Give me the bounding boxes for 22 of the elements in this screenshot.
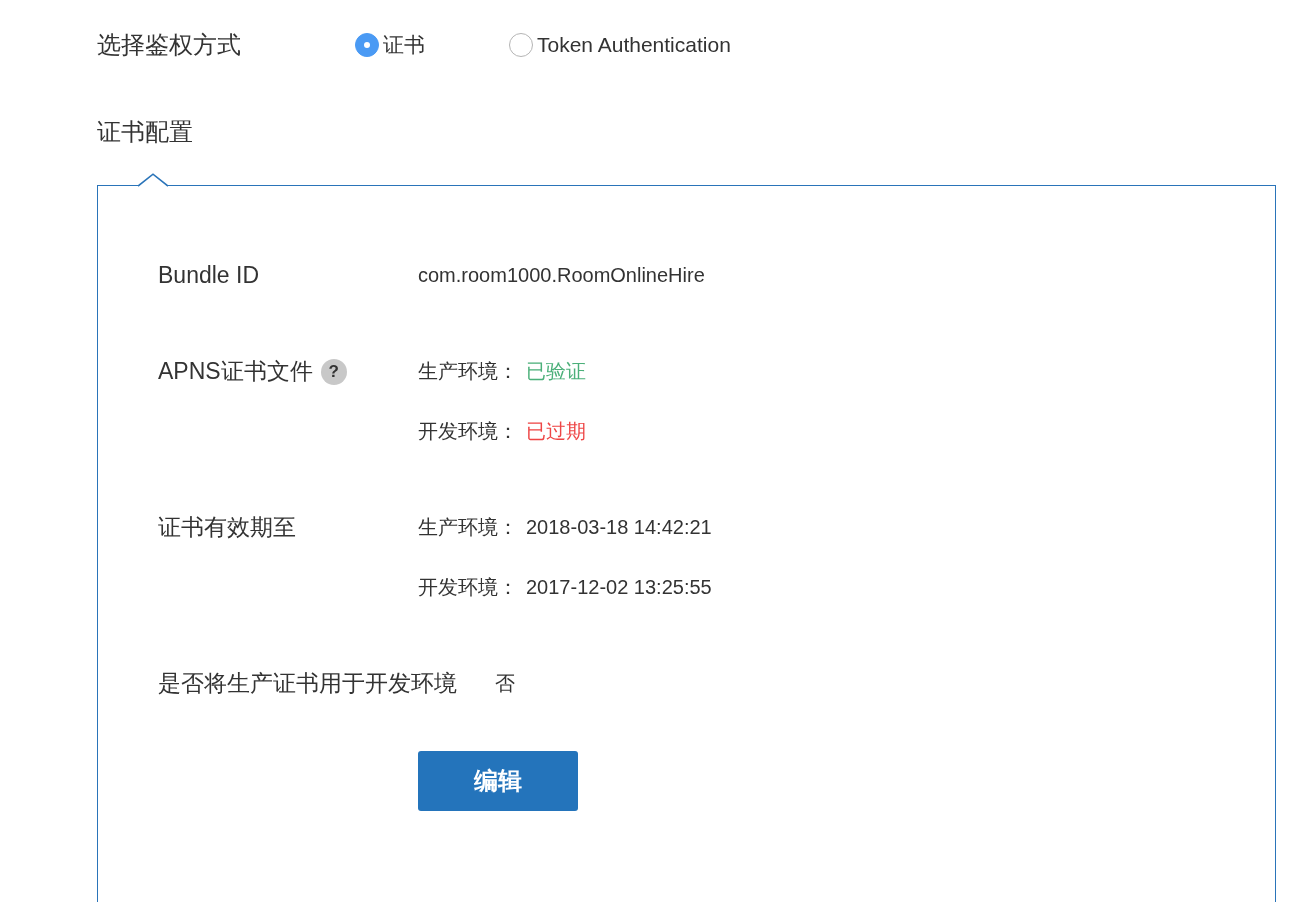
status-text: 已过期 [526,419,586,444]
field-label: APNS证书文件 [158,357,313,386]
env-label: 生产环境： [418,515,518,540]
field-value: 否 [495,671,515,696]
status-text: 已验证 [526,359,586,384]
field-label: Bundle ID [158,261,259,290]
section-title: 证书配置 [97,117,194,147]
help-icon[interactable]: ? [320,359,347,385]
edit-button[interactable]: 编辑 [418,751,578,811]
field-value: com.room1000.RoomOnlineHire [418,263,705,288]
field-value: 2017-12-02 13:25:55 [526,575,712,600]
radio-label[interactable]: Token Authentication [537,33,731,57]
env-label: 开发环境： [418,419,518,444]
env-label: 生产环境： [418,359,518,384]
radio-label[interactable]: 证书 [383,31,425,59]
radio-button[interactable] [509,33,533,57]
env-label: 开发环境： [418,575,518,600]
radio-button[interactable] [355,33,379,57]
field-label: 是否将生产证书用于开发环境 [158,669,457,698]
field-label: 证书有效期至 [158,513,296,542]
field-value: 2018-03-18 14:42:21 [526,515,712,540]
auth-method-label: 选择鉴权方式 [97,30,242,60]
